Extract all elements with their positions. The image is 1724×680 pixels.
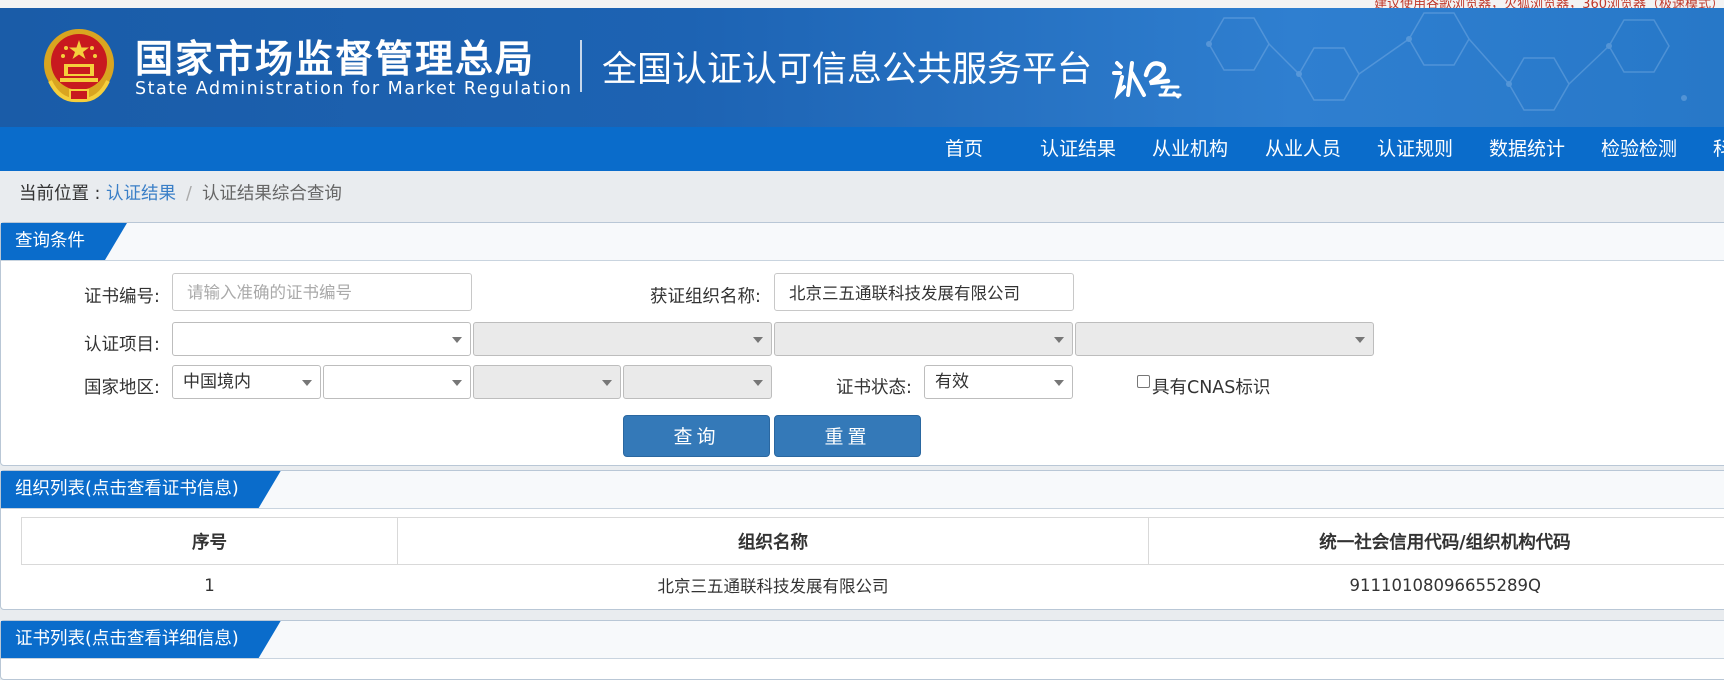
region-select-2[interactable]	[323, 365, 471, 399]
chevron-down-icon	[452, 380, 462, 386]
query-panel-header: 查询条件	[1, 223, 1724, 261]
org-name-label: 获证组织名称:	[650, 283, 761, 308]
nav-item-inspection[interactable]: 检验检测	[1601, 127, 1677, 171]
chevron-down-icon	[602, 380, 612, 386]
cert-list-panel-header: 证书列表(点击查看详细信息)	[1, 621, 1724, 659]
org-name-input[interactable]	[774, 273, 1074, 311]
query-panel: 查询条件 证书编号: 获证组织名称: 认证项目: 国家地区: 中国境内 证书状态…	[0, 222, 1724, 466]
column-header-index: 序号	[22, 518, 398, 565]
org-list-panel-header: 组织列表(点击查看证书信息)	[1, 471, 1724, 509]
cert-list-panel-title: 证书列表(点击查看详细信息)	[1, 621, 281, 658]
breadcrumb: 当前位置 : 认证结果 / 认证结果综合查询	[19, 180, 342, 205]
chevron-down-icon	[753, 337, 763, 343]
nav-item-statistics[interactable]: 数据统计	[1489, 127, 1565, 171]
breadcrumb-current: 认证结果综合查询	[202, 184, 342, 204]
project-label: 认证项目:	[84, 331, 160, 356]
org-name-cn: 国家市场监督管理总局	[135, 28, 535, 83]
top-notice-strip: 建议使用谷歌浏览器，火狐浏览器，360浏览器（极速模式）	[0, 0, 1724, 8]
nav-item-institutions[interactable]: 从业机构	[1152, 127, 1228, 171]
column-header-credit-code: 统一社会信用代码/组织机构代码	[1149, 518, 1724, 565]
cnas-checkbox[interactable]	[1137, 375, 1150, 388]
table-row[interactable]: 1 北京三五通联科技发展有限公司 91110108096655289Q	[22, 565, 1724, 606]
project-select-2	[473, 322, 772, 356]
status-select[interactable]: 有效	[924, 365, 1073, 399]
reset-button[interactable]: 重置	[774, 415, 921, 457]
org-table: 序号 组织名称 统一社会信用代码/组织机构代码 1 北京三五通联科技发展有限公司…	[21, 517, 1724, 605]
renyun-logo-icon	[1110, 53, 1186, 101]
chevron-down-icon	[1054, 337, 1064, 343]
org-list-panel: 组织列表(点击查看证书信息) 序号 组织名称 统一社会信用代码/组织机构代码 1…	[0, 470, 1724, 610]
nav-item-rules[interactable]: 认证规则	[1377, 127, 1453, 171]
status-select-value: 有效	[935, 372, 969, 392]
site-header: 国家市场监督管理总局 State Administration for Mark…	[0, 8, 1724, 127]
region-select-value: 中国境内	[183, 372, 251, 392]
column-header-org-name: 组织名称	[398, 518, 1149, 565]
query-panel-title: 查询条件	[1, 223, 127, 260]
cnas-label: 具有CNAS标识	[1152, 374, 1270, 399]
org-name-en: State Administration for Market Regulati…	[135, 79, 572, 99]
row-index: 1	[22, 565, 398, 606]
project-select-3	[774, 322, 1073, 356]
nav-item-cert-results[interactable]: 认证结果	[1040, 127, 1116, 171]
region-label: 国家地区:	[84, 374, 160, 399]
chevron-down-icon	[1054, 380, 1064, 386]
nav-item-more[interactable]: 科	[1713, 127, 1724, 171]
hexagon-pattern-icon	[1164, 8, 1724, 127]
main-nav: 首页 认证结果 从业机构 从业人员 认证规则 数据统计 检验检测 科	[0, 127, 1724, 171]
region-select-3	[473, 365, 621, 399]
browser-notice: 建议使用谷歌浏览器，火狐浏览器，360浏览器（极速模式）	[1374, 0, 1724, 8]
org-table-header: 序号 组织名称 统一社会信用代码/组织机构代码	[22, 518, 1724, 565]
region-select-1[interactable]: 中国境内	[172, 365, 321, 399]
breadcrumb-separator: /	[186, 184, 192, 204]
chevron-down-icon	[1355, 337, 1365, 343]
cert-no-label: 证书编号:	[84, 283, 160, 308]
nav-item-personnel[interactable]: 从业人员	[1265, 127, 1341, 171]
breadcrumb-link[interactable]: 认证结果	[106, 184, 176, 204]
row-org-name[interactable]: 北京三五通联科技发展有限公司	[398, 565, 1149, 606]
search-button[interactable]: 查询	[623, 415, 770, 457]
cert-list-panel: 证书列表(点击查看详细信息)	[0, 620, 1724, 680]
cert-no-input[interactable]	[172, 273, 472, 311]
platform-title: 全国认证认可信息公共服务平台	[602, 41, 1092, 92]
org-list-panel-title: 组织列表(点击查看证书信息)	[1, 471, 281, 508]
project-select-1[interactable]	[172, 322, 471, 356]
status-label: 证书状态:	[836, 374, 912, 399]
chevron-down-icon	[753, 380, 763, 386]
project-select-4	[1075, 322, 1374, 356]
header-divider	[580, 40, 582, 92]
row-credit-code: 91110108096655289Q	[1149, 565, 1724, 606]
chevron-down-icon	[302, 380, 312, 386]
chevron-down-icon	[452, 337, 462, 343]
national-emblem-icon	[42, 26, 116, 106]
region-select-4	[623, 365, 772, 399]
breadcrumb-prefix: 当前位置 :	[19, 184, 106, 204]
nav-item-home[interactable]: 首页	[945, 127, 983, 171]
